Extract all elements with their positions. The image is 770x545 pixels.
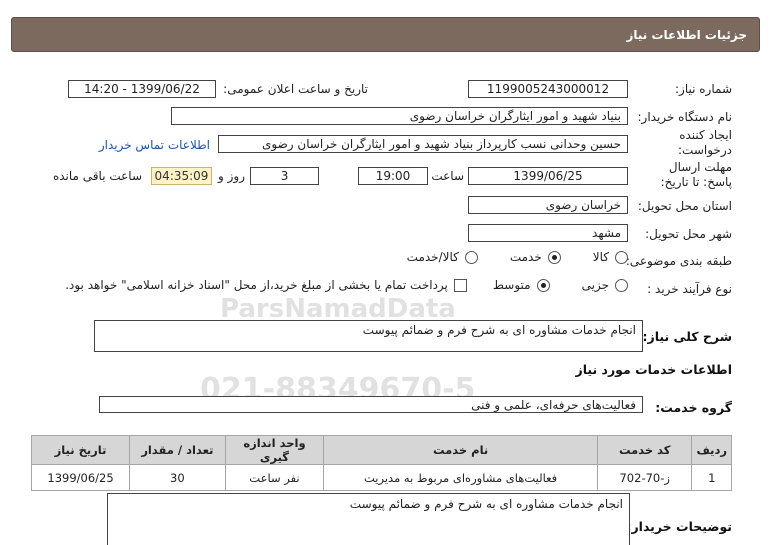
buyer-notes-text: انجام خدمات مشاوره ای به شرح فرم و ضمائم… [349,497,623,511]
category-radio-service[interactable] [547,250,561,264]
category-label: طبقه بندی موضوعی: [625,254,732,268]
col-header-service-code: کد خدمت [596,435,693,465]
cell-row-number: 1 [691,464,732,491]
table-header-row: ردیف کد خدمت نام خدمت واحد اندازه گیری ت… [30,435,732,465]
process-label: نوع فرآیند خرید : [647,282,732,296]
announce-field: 1399/06/22 - 14:20 [68,80,216,98]
col-header-unit: واحد اندازه گیری [224,435,325,465]
table-row: 1 ز-70-702 فعالیت‌های مشاوره‌ای مربوط به… [30,464,732,491]
city-field: مشهد [468,224,628,242]
days-label: روز و [218,169,245,183]
deadline-label: مهلت ارسال پاسخ: تا تاریخ: [660,160,732,189]
process-radio-medium[interactable] [536,278,550,292]
cell-quantity: 30 [129,464,226,491]
process-option-medium: متوسط [492,278,531,292]
category-radio-goods-service[interactable] [464,250,478,264]
remaining-time-label: ساعت باقی مانده [52,169,142,183]
summary-text: انجام خدمات مشاوره ای به شرح فرم و ضمائم… [362,323,636,337]
creator-label: ایجاد کننده درخواست: [678,128,732,157]
col-header-service-name: نام خدمت [323,435,598,465]
summary-label: شرح کلی نیاز: [642,329,732,344]
process-option-minor: جزیی [581,278,609,292]
category-radio-goods[interactable] [615,250,628,264]
deadline-time-label: ساعت [431,169,464,183]
category-radio-group: کالا خدمت کالا/خدمت [407,250,628,264]
city-label: شهر محل تحویل: [645,227,732,241]
announce-label: تاریخ و ساعت اعلان عمومی: [223,82,368,96]
category-option-goods: کالا [592,250,609,264]
province-field: خراسان رضوی [468,196,628,214]
need-number-field: 1199005243000012 [468,80,628,98]
creator-field: حسین وحدانی نسب کارپرداز بنیاد شهید و ام… [218,135,628,153]
services-section-title: اطلاعات خدمات مورد نیاز [575,362,733,377]
col-header-quantity: تعداد / مقدار [129,435,226,465]
cell-need-date: 1399/06/25 [30,464,131,491]
page-title: جزئیات اطلاعات نیاز [626,27,747,42]
col-header-row-number: ردیف [691,435,732,465]
cell-unit: نفر ساعت [224,464,325,491]
service-group-label: گروه خدمت: [655,400,732,415]
services-table: ردیف کد خدمت نام خدمت واحد اندازه گیری ت… [30,435,732,491]
buyer-label: نام دستگاه خریدار: [637,110,733,124]
buyer-notes-label: توضیحات خریدار: [626,519,732,534]
days-remaining-field: 3 [250,167,319,185]
cell-service-code: ز-70-702 [596,464,693,491]
process-radio-group: جزیی متوسط پرداخت تمام یا بخشی از مبلغ خ… [65,278,628,292]
process-radio-minor[interactable] [615,278,628,292]
need-number-label: شماره نیاز: [675,82,732,96]
category-option-goods-service: کالا/خدمت [406,250,459,264]
remaining-time-badge: 04:35:09 [151,167,212,185]
buyer-notes-box: انجام خدمات مشاوره ای به شرح فرم و ضمائم… [107,493,630,545]
col-header-need-date: تاریخ نیاز [30,435,131,465]
summary-box: انجام خدمات مشاوره ای به شرح فرم و ضمائم… [94,320,643,352]
deadline-date-field: 1399/06/25 [468,167,628,185]
treasury-payment-checkbox[interactable] [453,278,467,292]
page-header: جزئیات اطلاعات نیاز [11,17,760,52]
cell-service-name: فعالیت‌های مشاوره‌ای مربوط به مدیریت [323,464,598,491]
province-label: استان محل تحویل: [637,199,732,213]
deadline-time-field: 19:00 [358,167,428,185]
buyer-field: بنیاد شهید و امور ایثارگران خراسان رضوی [171,107,628,125]
service-group-field: فعالیت‌های حرفه‌ای، علمی و فنی [99,396,643,413]
treasury-payment-note: پرداخت تمام یا بخشی از مبلغ خرید،از محل … [65,278,448,292]
buyer-contact-link[interactable]: اطلاعات تماس خریدار [99,138,210,152]
category-option-service: خدمت [509,250,542,264]
